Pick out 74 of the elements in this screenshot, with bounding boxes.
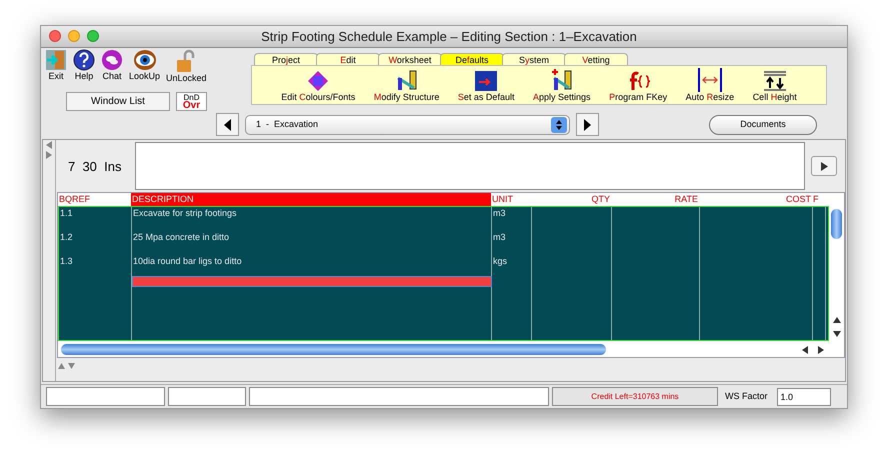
ribbon-tab[interactable]: Defaults — [440, 52, 504, 65]
ribbon-tool-button[interactable]: Auto Resize — [686, 68, 734, 103]
scroll-down-icon[interactable] — [832, 330, 840, 338]
play-button[interactable] — [811, 156, 837, 176]
ribbon-tab[interactable]: Project — [254, 52, 318, 65]
column-header[interactable]: QTY — [531, 193, 611, 206]
column-header[interactable]: COST — [699, 193, 812, 206]
ribbon-tab[interactable]: System — [502, 52, 566, 65]
ws-factor-label: WS Factor — [725, 390, 768, 403]
stepper-arrows-icon — [551, 116, 567, 133]
zoom-button[interactable] — [87, 30, 99, 42]
toolbar-button[interactable]: Exit — [45, 48, 67, 81]
left-arrow-icon — [46, 141, 52, 150]
down-arrow-icon[interactable] — [68, 363, 75, 370]
chat-bubbles-icon — [101, 48, 123, 71]
ribbon-tab[interactable]: Vetting — [564, 52, 628, 65]
open-padlock-icon — [176, 48, 196, 73]
previous-section-button[interactable] — [216, 113, 239, 136]
minimize-button[interactable] — [68, 30, 80, 42]
ribbon-tool-button[interactable]: Modify Structure — [374, 70, 440, 103]
up-arrow-icon[interactable] — [58, 363, 65, 370]
documents-button[interactable]: Documents — [709, 114, 817, 135]
column-header[interactable]: RATE — [611, 193, 699, 206]
plus-crane-icon — [550, 68, 573, 92]
ribbon-tool-button[interactable]: Cell Height — [752, 70, 797, 103]
credit-status: Credit Left=310763 mins — [552, 387, 718, 406]
column-header[interactable]: BQREF — [58, 193, 131, 206]
table-cell-text: 1.2 — [59, 231, 74, 244]
column-header[interactable]: DESCRIPTION — [131, 193, 491, 206]
row-height-arrows-icon — [762, 70, 787, 92]
ribbon-tool-button[interactable]: Set as Default — [458, 70, 514, 103]
ribbon-tool-button[interactable]: Apply Settings — [532, 68, 591, 103]
left-triangle-icon — [224, 118, 231, 131]
toolbar-button[interactable]: Help — [73, 48, 95, 81]
table-cell-text: 25 Mpa concrete in ditto — [132, 231, 230, 244]
info-text: 7 30 Ins — [67, 158, 122, 176]
next-section-button[interactable] — [576, 113, 599, 136]
table-cell-text: 1.1 — [59, 207, 74, 220]
scroll-right-icon[interactable] — [817, 346, 825, 354]
ribbon-tool-button[interactable]: Program FKey — [609, 70, 668, 103]
scroll-thumb[interactable] — [831, 209, 842, 240]
toolbar-button[interactable]: UnLocked — [166, 48, 207, 83]
scroll-thumb[interactable] — [61, 344, 606, 356]
door-exit-icon — [45, 48, 67, 71]
window-title: Strip Footing Schedule Example – Editing Section : 1–Excavation — [260, 28, 638, 46]
toolbar-button[interactable]: Chat — [101, 48, 123, 81]
ribbon-tab[interactable]: Worksheet — [378, 52, 442, 65]
toolbar-button[interactable]: LookUp — [129, 48, 160, 81]
help-icon — [73, 48, 95, 71]
eye-icon — [132, 48, 157, 71]
right-arrow-icon — [46, 151, 52, 160]
section-dropdown[interactable]: 1 - Excavation — [245, 114, 570, 135]
ruler-crane-icon — [396, 70, 418, 92]
table-cell-text: Excavate for strip footings — [132, 207, 238, 220]
ws-factor-field[interactable]: 1.0 — [776, 388, 831, 406]
dnd-override-button[interactable]: DnD Ovr — [176, 92, 207, 111]
scroll-left-icon[interactable] — [801, 346, 809, 354]
window-list-button[interactable]: Window List — [66, 92, 170, 111]
table-cell-text: 1.3 — [59, 255, 74, 268]
right-triangle-icon — [584, 118, 591, 131]
column-header[interactable]: F — [812, 193, 825, 206]
play-icon — [820, 162, 828, 171]
ribbon-tab[interactable]: Edit — [316, 52, 380, 65]
table-cell-text: m3 — [492, 231, 507, 244]
ribbon-tool-button[interactable]: Edit Colours/Fonts — [281, 70, 356, 103]
close-button[interactable] — [49, 30, 61, 42]
table-cell-text: kgs — [492, 255, 508, 268]
table-cell-text: m3 — [492, 207, 507, 220]
current-cell[interactable] — [132, 276, 492, 288]
table-cell-text: 10dia round bar ligs to ditto — [132, 255, 243, 268]
resize-bars-icon — [696, 68, 723, 92]
notes-field[interactable] — [135, 142, 805, 190]
scroll-up-icon[interactable] — [832, 316, 840, 324]
column-header[interactable]: UNIT — [491, 193, 531, 206]
